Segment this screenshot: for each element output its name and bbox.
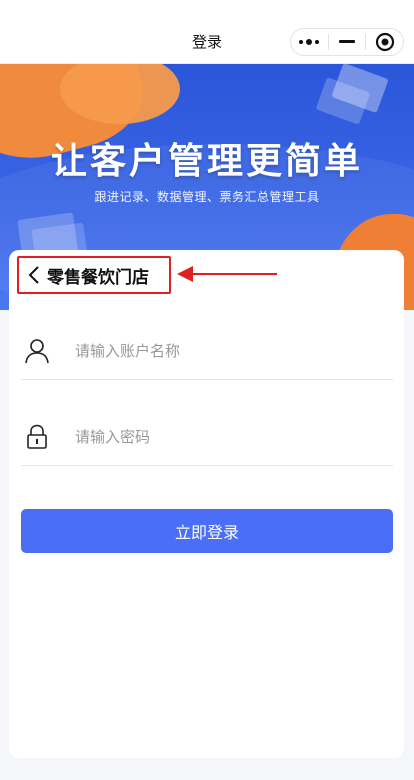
banner-subline: 跟进记录、数据管理、票务汇总管理工具	[94, 190, 320, 204]
annotation-arrow	[177, 266, 277, 282]
minimize-icon	[339, 40, 355, 43]
minimize-button[interactable]	[329, 29, 366, 55]
password-field	[21, 408, 393, 466]
target-circle-icon	[375, 32, 394, 52]
login-button[interactable]: 立即登录	[21, 509, 393, 553]
banner-headline: 让客户管理更简单	[50, 141, 363, 182]
title-bar: 登录	[0, 0, 414, 64]
account-input[interactable]	[73, 340, 357, 361]
store-name: 零售餐饮门店	[47, 267, 149, 288]
account-field	[21, 322, 393, 380]
more-button[interactable]	[291, 29, 328, 55]
lock-icon	[23, 423, 51, 451]
miniprogram-capsule	[290, 28, 404, 56]
login-card: 零售餐饮门店 立即登录	[9, 250, 404, 758]
store-selector[interactable]: 零售餐饮门店	[17, 256, 171, 294]
chevron-left-icon[interactable]	[27, 265, 41, 285]
more-dots-icon	[299, 39, 320, 45]
close-button[interactable]	[366, 29, 403, 55]
password-input[interactable]	[73, 426, 357, 447]
user-icon	[23, 337, 51, 365]
